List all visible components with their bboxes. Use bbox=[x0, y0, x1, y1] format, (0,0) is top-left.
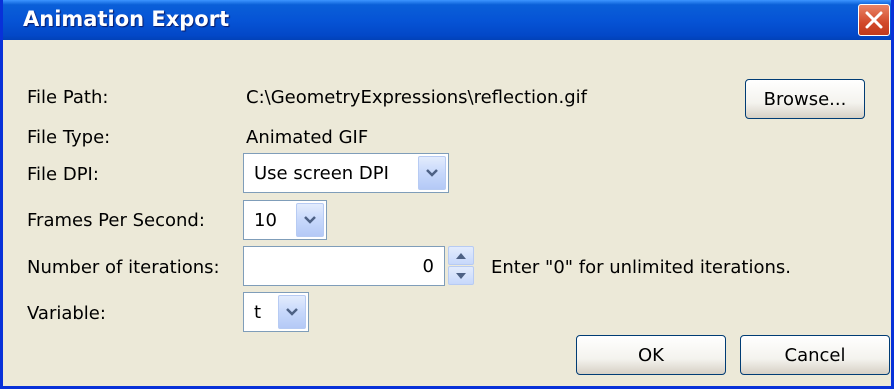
browse-button-label: Browse... bbox=[763, 89, 847, 110]
variable-value: t bbox=[254, 302, 262, 323]
file-path-label: File Path: bbox=[27, 87, 109, 108]
close-icon bbox=[865, 11, 883, 29]
chevron-down-icon bbox=[426, 169, 438, 177]
variable-dropdown-button[interactable] bbox=[278, 295, 306, 329]
spin-up-button[interactable] bbox=[448, 246, 474, 265]
variable-select[interactable]: t bbox=[243, 292, 309, 332]
file-dpi-value: Use screen DPI bbox=[254, 163, 389, 184]
file-dpi-select[interactable]: Use screen DPI bbox=[243, 153, 449, 193]
iterations-input[interactable]: 0 bbox=[243, 246, 445, 286]
variable-label: Variable: bbox=[27, 303, 106, 324]
iterations-value: 0 bbox=[422, 256, 434, 277]
ok-button[interactable]: OK bbox=[576, 335, 726, 375]
ok-button-label: OK bbox=[638, 345, 664, 366]
fps-select[interactable]: 10 bbox=[243, 200, 327, 240]
file-type-label: File Type: bbox=[27, 127, 111, 148]
dialog-title: Animation Export bbox=[23, 7, 230, 31]
chevron-down-icon bbox=[286, 308, 298, 316]
animation-export-dialog: Animation Export File Path: C:\GeometryE… bbox=[0, 0, 894, 389]
arrow-up-icon bbox=[456, 253, 466, 259]
title-bar[interactable]: Animation Export bbox=[3, 0, 891, 40]
fps-label: Frames Per Second: bbox=[27, 210, 205, 231]
fps-value: 10 bbox=[254, 210, 277, 231]
iterations-label: Number of iterations: bbox=[27, 257, 220, 278]
close-button[interactable] bbox=[858, 4, 890, 36]
file-dpi-dropdown-button[interactable] bbox=[418, 156, 446, 190]
arrow-down-icon bbox=[456, 273, 466, 279]
cancel-button[interactable]: Cancel bbox=[740, 335, 890, 375]
spin-down-button[interactable] bbox=[448, 266, 474, 285]
chevron-down-icon bbox=[304, 216, 316, 224]
file-type-value: Animated GIF bbox=[246, 127, 369, 148]
fps-dropdown-button[interactable] bbox=[296, 203, 324, 237]
file-path-value: C:\GeometryExpressions\reflection.gif bbox=[246, 87, 587, 108]
browse-button[interactable]: Browse... bbox=[745, 79, 865, 119]
cancel-button-label: Cancel bbox=[784, 345, 846, 366]
file-dpi-label: File DPI: bbox=[27, 164, 99, 185]
iterations-hint: Enter "0" for unlimited iterations. bbox=[491, 257, 792, 278]
